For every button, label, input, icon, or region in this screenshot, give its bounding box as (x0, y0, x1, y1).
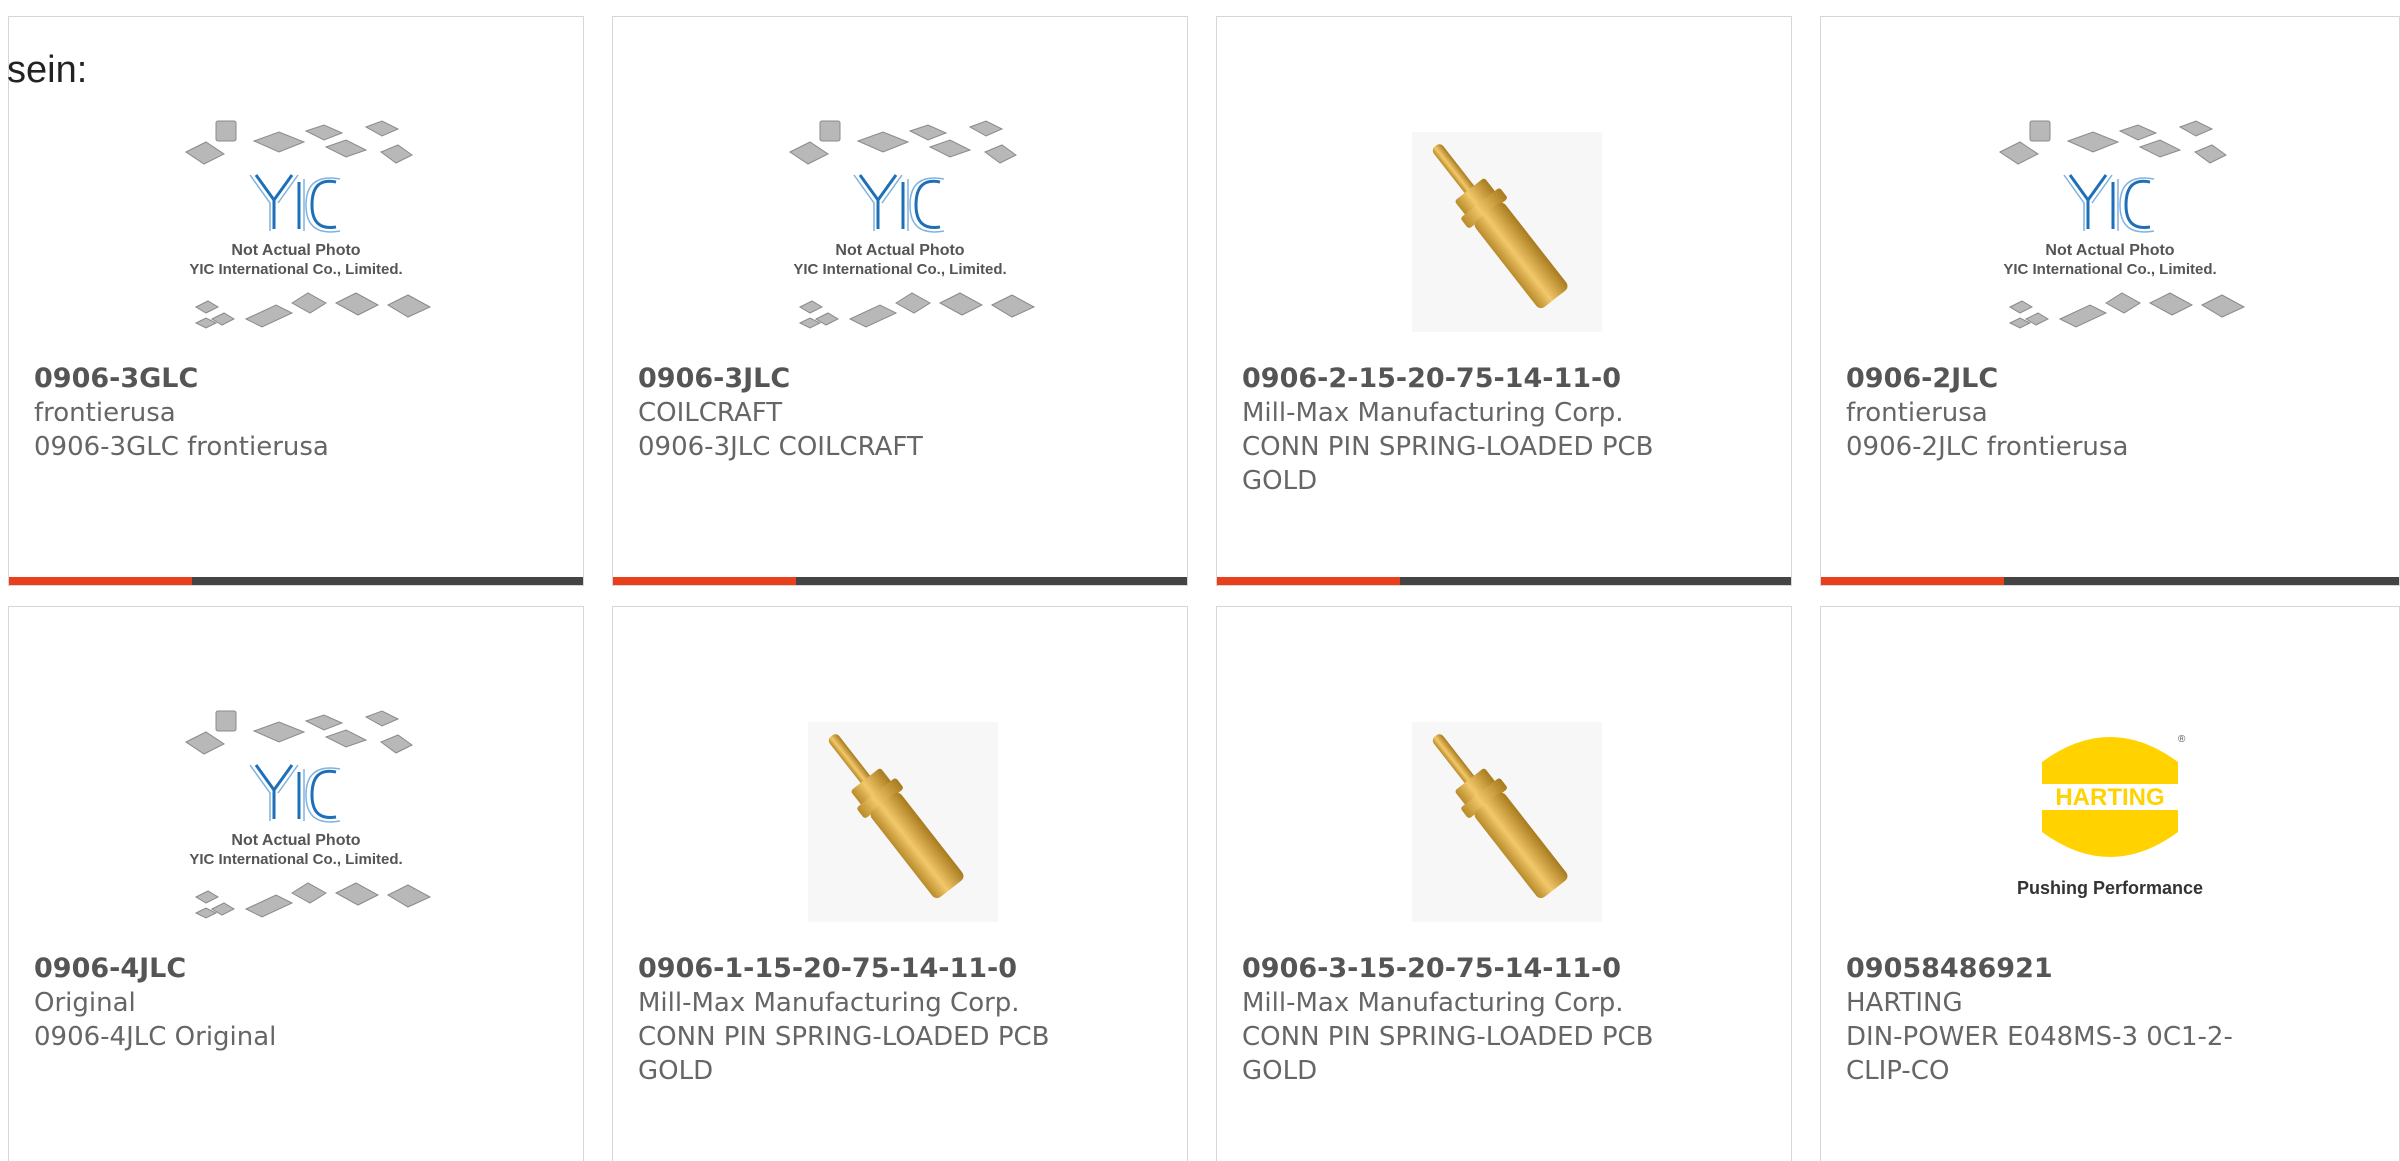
manufacturer: Mill-Max Manufacturing Corp. (1242, 398, 1624, 428)
header-text: sein: (7, 49, 88, 91)
part-number[interactable]: 0906-1-15-20-75-14-11-0 (638, 952, 1162, 986)
product-card[interactable]: Not Actual Photo YIC International Co., … (8, 606, 584, 1161)
description: 0906-4JLC Original (34, 1022, 277, 1052)
gold-pin-image (1217, 97, 1791, 367)
product-card[interactable]: 0906-1-15-20-75-14-11-0 Mill-Max Manufac… (612, 606, 1188, 1161)
card-bottom-bar (1217, 577, 1791, 585)
manufacturer: frontierusa (34, 398, 176, 428)
yic-placeholder-image: Not Actual Photo YIC International Co., … (1821, 97, 2399, 367)
manufacturer: Original (34, 988, 136, 1018)
description: DIN-POWER E048MS-3 0C1-2-CLIP-CO (1846, 1022, 2233, 1086)
description: 0906-2JLC frontierusa (1846, 432, 2129, 462)
card-bar-accent (613, 577, 796, 585)
part-number[interactable]: 0906-2JLC (1846, 362, 2374, 396)
description: CONN PIN SPRING-LOADED PCB GOLD (1242, 432, 1654, 496)
card-bottom-bar (9, 577, 583, 585)
card-bar-accent (1217, 577, 1400, 585)
product-card[interactable]: Not Actual Photo YIC International Co., … (612, 16, 1188, 586)
svg-text:®: ® (2178, 734, 2186, 745)
svg-text:Not Actual Photo: Not Actual Photo (231, 832, 360, 849)
manufacturer: Mill-Max Manufacturing Corp. (1242, 988, 1624, 1018)
part-number[interactable]: 0906-3-15-20-75-14-11-0 (1242, 952, 1766, 986)
gold-pin-image (613, 687, 1187, 957)
svg-text:HARTING: HARTING (2055, 784, 2164, 811)
part-number[interactable]: 09058486921 (1846, 952, 2374, 986)
gold-pin-image (1217, 687, 1791, 957)
harting-logo: HARTING ® Pushing Performance (1821, 687, 2399, 957)
description: CONN PIN SPRING-LOADED PCB GOLD (638, 1022, 1050, 1086)
part-number[interactable]: 0906-3GLC (34, 362, 558, 396)
manufacturer: HARTING (1846, 988, 1963, 1018)
yic-placeholder-image: Not Actual Photo YIC International Co., … (9, 97, 583, 367)
svg-text:YIC International Co., Limited: YIC International Co., Limited. (793, 261, 1006, 278)
product-card[interactable]: Not Actual Photo YIC International Co., … (8, 16, 584, 586)
svg-text:YIC International Co., Limited: YIC International Co., Limited. (2003, 261, 2216, 278)
card-bottom-bar (613, 577, 1187, 585)
yic-placeholder-image: Not Actual Photo YIC International Co., … (9, 687, 583, 957)
card-bar-accent (1821, 577, 2004, 585)
product-card[interactable]: 0906-2-15-20-75-14-11-0 Mill-Max Manufac… (1216, 16, 1792, 586)
part-number[interactable]: 0906-3JLC (638, 362, 1162, 396)
svg-text:Not Actual Photo: Not Actual Photo (231, 242, 360, 259)
description: CONN PIN SPRING-LOADED PCB GOLD (1242, 1022, 1654, 1086)
part-number[interactable]: 0906-4JLC (34, 952, 558, 986)
part-number[interactable]: 0906-2-15-20-75-14-11-0 (1242, 362, 1766, 396)
description: 0906-3GLC frontierusa (34, 432, 329, 462)
card-bar-accent (9, 577, 192, 585)
svg-text:Pushing Performance: Pushing Performance (2017, 878, 2203, 898)
svg-text:Not Actual Photo: Not Actual Photo (835, 242, 964, 259)
manufacturer: Mill-Max Manufacturing Corp. (638, 988, 1020, 1018)
product-card[interactable]: Not Actual Photo YIC International Co., … (1820, 16, 2400, 586)
yic-placeholder-image: Not Actual Photo YIC International Co., … (613, 97, 1187, 367)
product-card[interactable]: HARTING ® Pushing Performance 0905848692… (1820, 606, 2400, 1161)
manufacturer: COILCRAFT (638, 398, 783, 428)
svg-text:YIC International Co., Limited: YIC International Co., Limited. (189, 261, 402, 278)
product-grid-page: sein: Not Actual Photo YIC International… (0, 0, 2400, 1161)
product-card[interactable]: 0906-3-15-20-75-14-11-0 Mill-Max Manufac… (1216, 606, 1792, 1161)
svg-text:YIC International Co., Limited: YIC International Co., Limited. (189, 851, 402, 868)
description: 0906-3JLC COILCRAFT (638, 432, 923, 462)
manufacturer: frontierusa (1846, 398, 1988, 428)
svg-text:Not Actual Photo: Not Actual Photo (2045, 242, 2174, 259)
card-bottom-bar (1821, 577, 2399, 585)
